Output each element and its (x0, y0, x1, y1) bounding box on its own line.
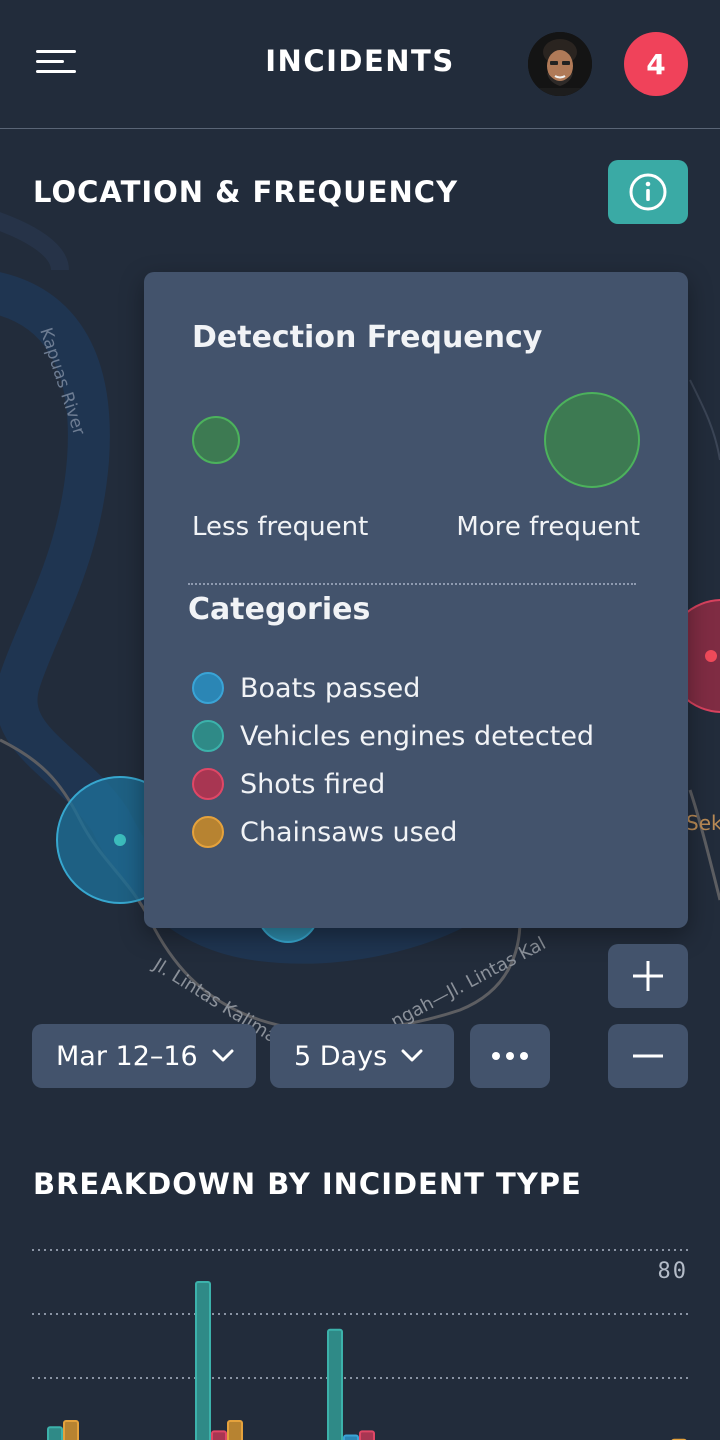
chart-bar (47, 1426, 63, 1440)
category-dot (192, 768, 224, 800)
category-label: Boats passed (240, 672, 421, 704)
chart-bar (63, 1420, 79, 1440)
less-frequent-label: Less frequent (192, 512, 369, 542)
minus-icon (633, 1054, 663, 1058)
info-button[interactable] (608, 160, 688, 224)
chart-bar (227, 1420, 243, 1440)
app-header: INCIDENTS 4 (0, 0, 720, 129)
category-label: Chainsaws used (240, 816, 458, 848)
more-frequent-label: More frequent (456, 512, 640, 542)
more-dot (520, 1052, 528, 1060)
category-label: Shots fired (240, 768, 386, 800)
more-frequent-circle (544, 392, 640, 488)
place-label: Seka (686, 811, 720, 835)
category-label: Vehicles engines detected (240, 720, 595, 752)
chevron-down-icon (401, 1049, 423, 1062)
plus-icon (633, 961, 663, 991)
page-title: INCIDENTS (265, 44, 455, 78)
legend-divider (188, 583, 636, 585)
category-shots: Shots fired (192, 768, 385, 800)
category-chainsaws: Chainsaws used (192, 816, 457, 848)
category-vehicles: Vehicles engines detected (192, 720, 594, 752)
more-options-button[interactable] (470, 1024, 550, 1088)
chart-bar (343, 1434, 359, 1440)
category-boats: Boats passed (192, 672, 420, 704)
more-dot (506, 1052, 514, 1060)
chevron-down-icon (212, 1049, 234, 1062)
date-range-dropdown[interactable]: Mar 12–16 (32, 1024, 256, 1088)
legend-panel: Detection Frequency Less frequent More f… (144, 272, 688, 928)
more-dot (492, 1052, 500, 1060)
avatar[interactable] (528, 32, 592, 96)
category-dot (192, 816, 224, 848)
date-range-label: Mar 12–16 (56, 1040, 198, 1072)
notification-badge[interactable]: 4 (624, 32, 688, 96)
period-label: 5 Days (294, 1040, 388, 1072)
less-frequent-circle (192, 416, 240, 464)
breakdown-section-title: BREAKDOWN BY INCIDENT TYPE (33, 1167, 582, 1201)
location-section-title: LOCATION & FREQUENCY (33, 175, 459, 209)
breakdown-chart (32, 1249, 688, 1440)
chart-bar (359, 1430, 375, 1440)
chart-bar (211, 1430, 227, 1440)
chart-bar (195, 1281, 211, 1440)
legend-title: Detection Frequency (192, 320, 543, 355)
y-tick-label: 80 (657, 1259, 688, 1284)
info-icon (629, 173, 667, 211)
zoom-out-button[interactable] (608, 1024, 688, 1088)
zoom-in-button[interactable] (608, 944, 688, 1008)
chart-bar (327, 1328, 343, 1440)
category-dot (192, 720, 224, 752)
road-label-2: ngah—Jl. Lintas Kal (387, 933, 549, 1032)
period-dropdown[interactable]: 5 Days (270, 1024, 454, 1088)
categories-title: Categories (188, 592, 371, 627)
category-dot (192, 672, 224, 704)
